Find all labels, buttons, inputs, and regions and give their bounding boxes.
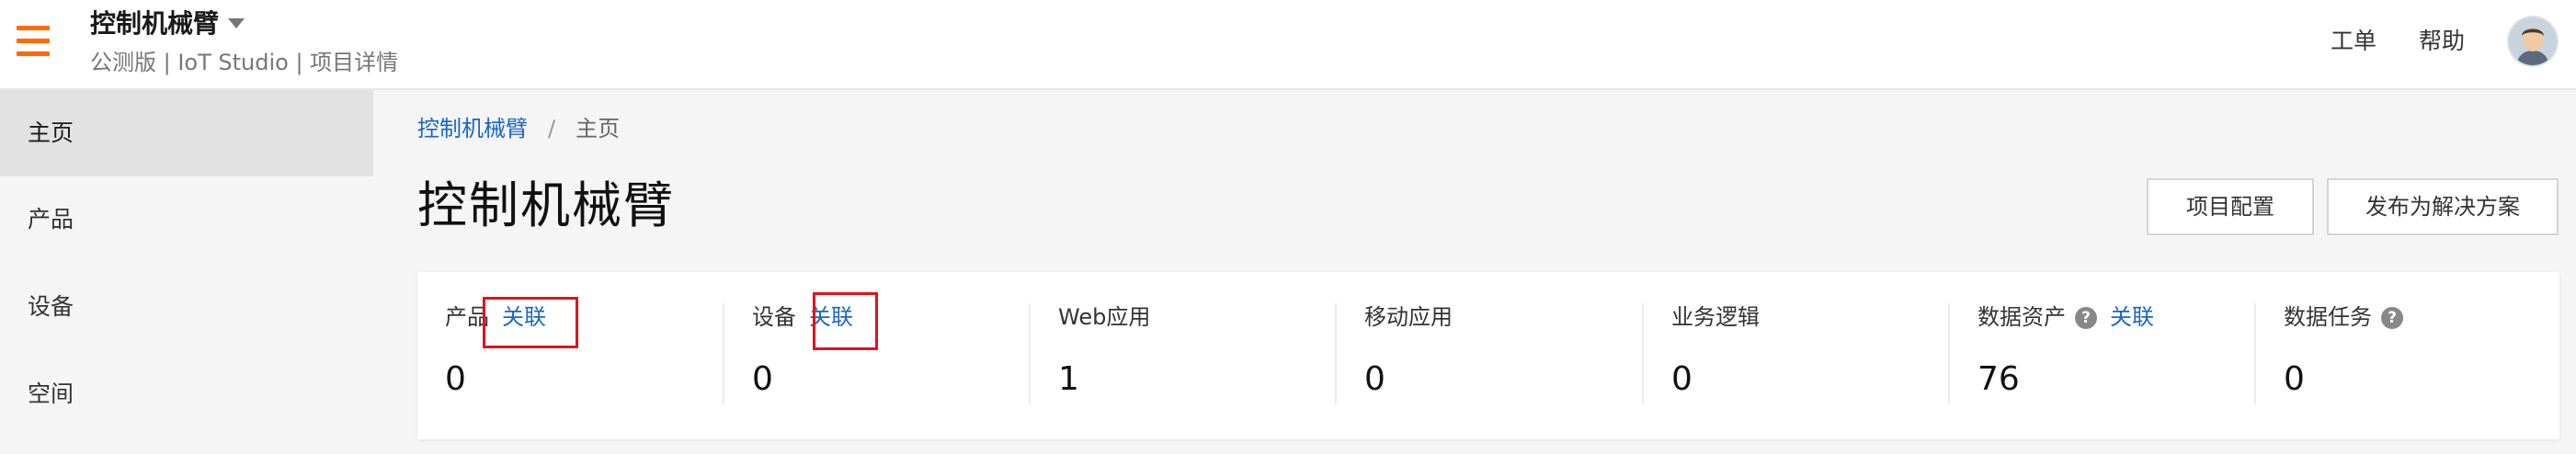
breadcrumb-current: 主页	[576, 116, 621, 142]
stat-label: 数据任务	[2284, 304, 2372, 330]
divider	[1642, 303, 1644, 404]
breadcrumb: 控制机械臂 / 主页	[417, 112, 620, 145]
associate-data-assets-link[interactable]: 关联	[2110, 304, 2154, 330]
user-avatar-icon	[2509, 17, 2557, 65]
stat-business-logic: 业务逻辑 0	[1671, 300, 1975, 428]
stat-mobile-apps: 移动应用 0	[1364, 300, 1668, 428]
stat-label: 数据资产	[1978, 304, 2066, 330]
stat-devices: 设备 关联 0	[752, 300, 1055, 428]
stat-label: 业务逻辑	[1671, 304, 1760, 330]
sidebar-item-home[interactable]: 主页	[0, 90, 373, 176]
avatar[interactable]	[2507, 16, 2559, 67]
divider	[723, 303, 724, 404]
stat-value: 0	[445, 360, 466, 398]
breadcrumb-separator: /	[548, 116, 556, 142]
stats-card: 产品 关联 0 设备 关联 0 Web应用 1 移动应用 0 业务逻辑 0 数据资产…	[417, 272, 2559, 439]
sidebar: 主页 产品 设备 空间	[0, 90, 373, 454]
stat-value: 76	[1978, 360, 2020, 398]
menu-icon[interactable]	[17, 26, 50, 57]
ticket-link[interactable]: 工单	[2331, 25, 2377, 58]
breadcrumb-project-link[interactable]: 控制机械臂	[417, 116, 528, 142]
stat-web-apps: Web应用 1	[1058, 300, 1362, 428]
sidebar-item-spaces[interactable]: 空间	[0, 351, 373, 437]
sidebar-item-products[interactable]: 产品	[0, 176, 373, 263]
help-icon[interactable]: ?	[2075, 307, 2097, 329]
stat-label: 设备	[752, 304, 796, 330]
help-icon[interactable]: ?	[2381, 307, 2403, 329]
project-subtitle: 公测版 | IoT Studio | 项目详情	[90, 50, 399, 75]
associate-products-link[interactable]: 关联	[502, 304, 546, 330]
caret-down-icon[interactable]	[228, 18, 245, 28]
help-link[interactable]: 帮助	[2419, 25, 2465, 58]
stat-value: 0	[1671, 360, 1693, 398]
stat-products: 产品 关联 0	[445, 300, 748, 428]
divider	[1029, 303, 1031, 404]
stat-data-assets: 数据资产? 关联 76	[1978, 300, 2281, 428]
divider	[1335, 303, 1337, 404]
top-header: 控制机械臂 公测版 | IoT Studio | 项目详情 工单 帮助	[0, 0, 2576, 90]
divider	[2254, 303, 2256, 404]
project-config-button[interactable]: 项目配置	[2147, 178, 2314, 235]
project-title[interactable]: 控制机械臂	[90, 6, 219, 42]
sidebar-item-devices[interactable]: 设备	[0, 264, 373, 350]
associate-devices-link[interactable]: 关联	[809, 304, 853, 330]
stat-value: 0	[752, 360, 773, 398]
stat-label: 产品	[445, 304, 489, 330]
stat-value: 0	[1364, 360, 1385, 398]
stat-value: 0	[2284, 360, 2305, 398]
publish-solution-button[interactable]: 发布为解决方案	[2327, 178, 2559, 235]
stat-label: Web应用	[1058, 304, 1151, 330]
stat-data-tasks: 数据任务? 0	[2284, 300, 2576, 428]
page-title: 控制机械臂	[417, 176, 675, 234]
stat-label: 移动应用	[1364, 304, 1453, 330]
stat-value: 1	[1058, 360, 1079, 398]
divider	[1948, 303, 1950, 404]
